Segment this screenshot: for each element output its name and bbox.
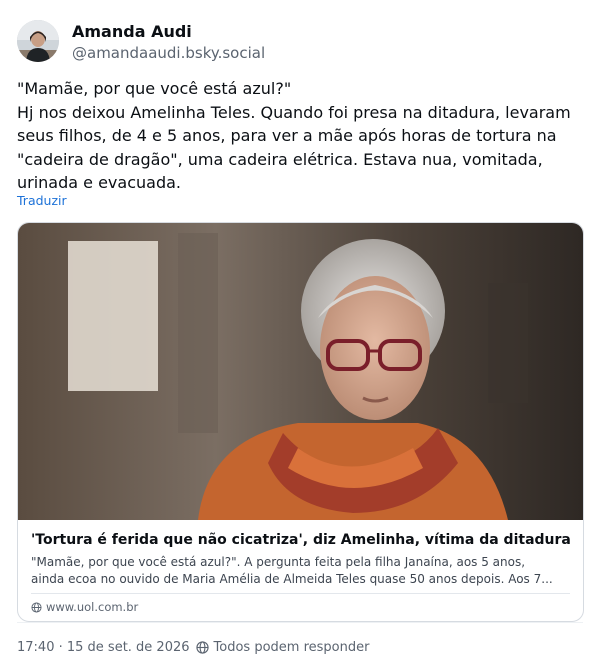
globe-icon bbox=[195, 641, 209, 654]
post-text-line: urinada e evacuada. bbox=[17, 173, 181, 192]
post: Amanda Audi @amandaaudi.bsky.social "Mam… bbox=[0, 0, 600, 670]
avatar-photo bbox=[17, 20, 59, 62]
link-card-description: "Mamãe, por que você está azul?". A perg… bbox=[31, 554, 576, 588]
link-card-domain: www.uol.com.br bbox=[31, 600, 138, 614]
link-card-image bbox=[18, 223, 583, 520]
post-text-line: "Mamãe, por que você está azul?" bbox=[17, 79, 292, 98]
translate-link[interactable]: Traduzir bbox=[17, 193, 67, 208]
author-name[interactable]: Amanda Audi bbox=[72, 22, 192, 41]
link-card-divider bbox=[31, 593, 570, 594]
globe-icon bbox=[31, 601, 42, 613]
reply-setting[interactable]: Todos podem responder bbox=[195, 640, 370, 655]
post-text: "Mamãe, por que você está azul?" Hj nos … bbox=[17, 77, 583, 195]
reply-setting-label: Todos podem responder bbox=[213, 640, 370, 655]
avatar[interactable] bbox=[17, 20, 59, 62]
link-card-description-line: ainda ecoa no ouvido de Maria Amélia de … bbox=[31, 572, 553, 586]
link-card-description-line: "Mamãe, por que você está azul?". A perg… bbox=[31, 555, 526, 569]
post-text-line: "cadeira de dragão", uma cadeira elétric… bbox=[17, 149, 543, 169]
post-text-line: seus filhos, de 4 e 5 anos, para ver a m… bbox=[17, 126, 557, 145]
post-text-line: Hj nos deixou Amelinha Teles. Quando foi… bbox=[17, 102, 571, 122]
link-card-domain-text: www.uol.com.br bbox=[46, 600, 139, 614]
post-footer: 17:40 · 15 de set. de 2026 Todos podem r… bbox=[17, 640, 369, 655]
link-card[interactable]: 'Tortura é ferida que não cicatriza', di… bbox=[17, 222, 584, 622]
divider bbox=[17, 622, 583, 623]
link-card-title: 'Tortura é ferida que não cicatriza', di… bbox=[31, 532, 571, 548]
author-handle[interactable]: @amandaaudi.bsky.social bbox=[72, 44, 265, 62]
portrait-photo-icon bbox=[18, 223, 583, 520]
post-timestamp[interactable]: 17:40 · 15 de set. de 2026 bbox=[17, 640, 190, 655]
